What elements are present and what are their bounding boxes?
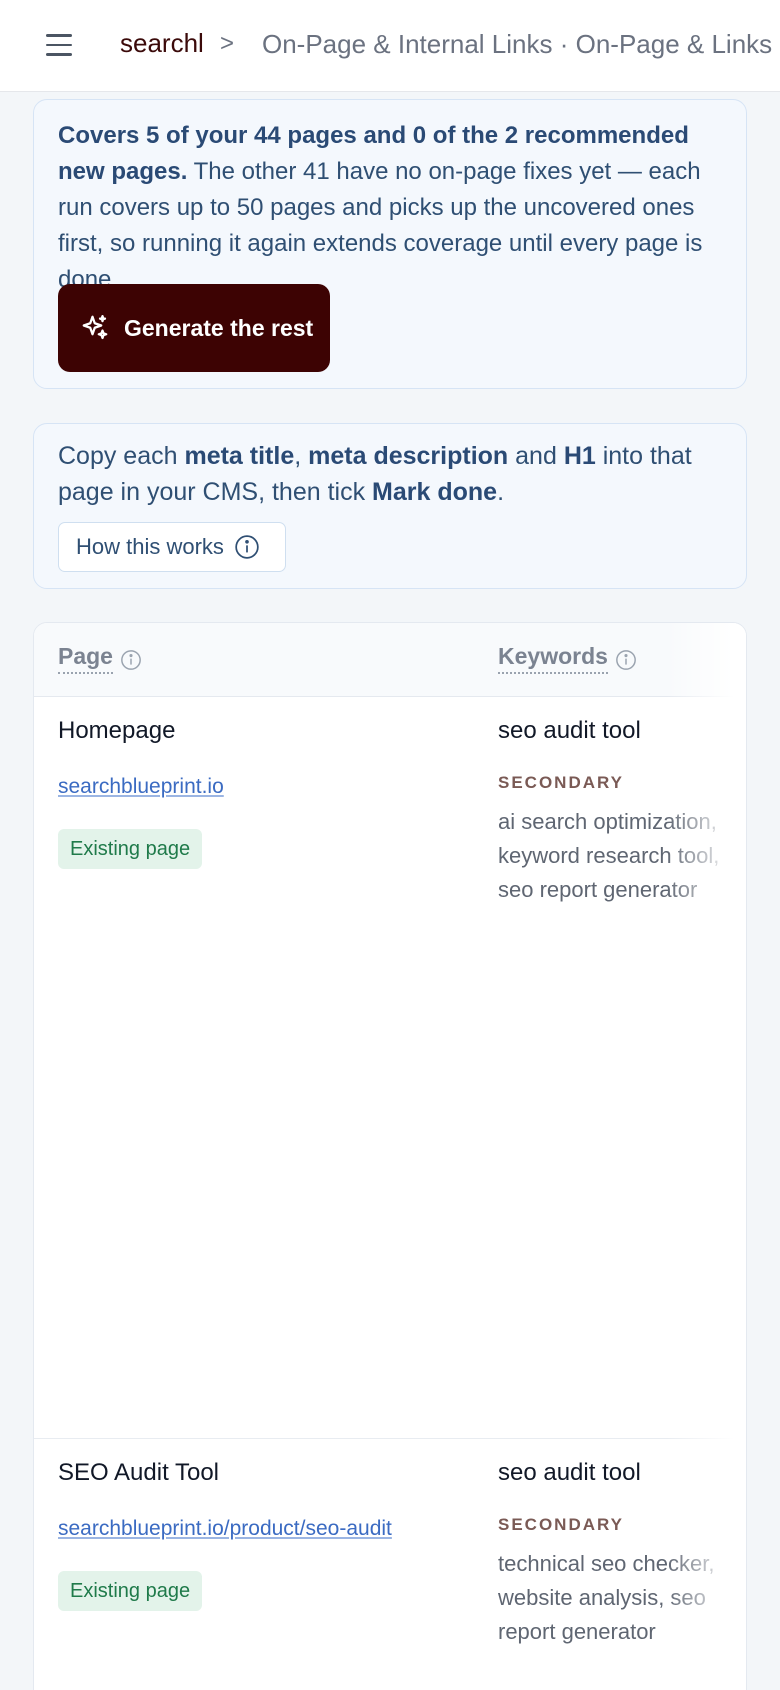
table-header: Page Keywords [34, 623, 746, 697]
page-url-link[interactable]: searchblueprint.io/product/seo-audit [58, 1517, 392, 1541]
generate-rest-button[interactable]: Generate the rest [58, 284, 330, 372]
how-this-works-label: How this works [76, 534, 224, 559]
chevron-right-icon: > [220, 30, 235, 57]
top-bar: searchl > On-Page & Internal Links · On-… [0, 0, 780, 92]
column-header-page[interactable]: Page [58, 643, 142, 674]
info-icon [235, 535, 259, 559]
secondary-label: SECONDARY [498, 1515, 624, 1534]
sparkles-icon [82, 315, 108, 340]
primary-keyword: seo audit tool [498, 1459, 641, 1486]
status-badge: Existing page [58, 829, 203, 869]
secondary-keywords: technical seo checker, website analysis,… [498, 1551, 715, 1644]
table-row: SEO Audit Tool searchblueprint.io/produc… [34, 1439, 746, 1690]
page-name: SEO Audit Tool [58, 1459, 219, 1486]
coverage-message: Covers 5 of your 44 pages and 0 of the 2… [58, 118, 728, 298]
instructions-text: Copy each meta title, meta description a… [58, 442, 692, 506]
info-icon[interactable] [615, 649, 637, 671]
secondary-keywords: ai search optimization, keyword research… [498, 809, 720, 902]
breadcrumb: On-Page & Internal Links · On-Page & Lin… [262, 29, 773, 59]
generate-rest-label: Generate the rest [124, 314, 314, 341]
column-header-keywords[interactable]: Keywords [498, 643, 637, 674]
status-badge: Existing page [58, 1571, 203, 1611]
pages-table: Page Keywords Homepage searchblueprint.i… [33, 622, 747, 1690]
table-row: Homepage searchblueprint.io Existing pag… [34, 697, 746, 1439]
instructions-card: Copy each meta title, meta description a… [33, 423, 747, 589]
info-icon[interactable] [120, 649, 142, 671]
page-url-link[interactable]: searchblueprint.io [58, 775, 224, 799]
menu-icon[interactable] [46, 34, 74, 58]
page-name: Homepage [58, 717, 176, 744]
secondary-label: SECONDARY [498, 773, 624, 792]
primary-keyword: seo audit tool [498, 717, 641, 744]
how-this-works-button[interactable]: How this works [58, 522, 286, 572]
coverage-card: Covers 5 of your 44 pages and 0 of the 2… [33, 99, 747, 389]
brand-link[interactable]: searchl [120, 28, 204, 59]
